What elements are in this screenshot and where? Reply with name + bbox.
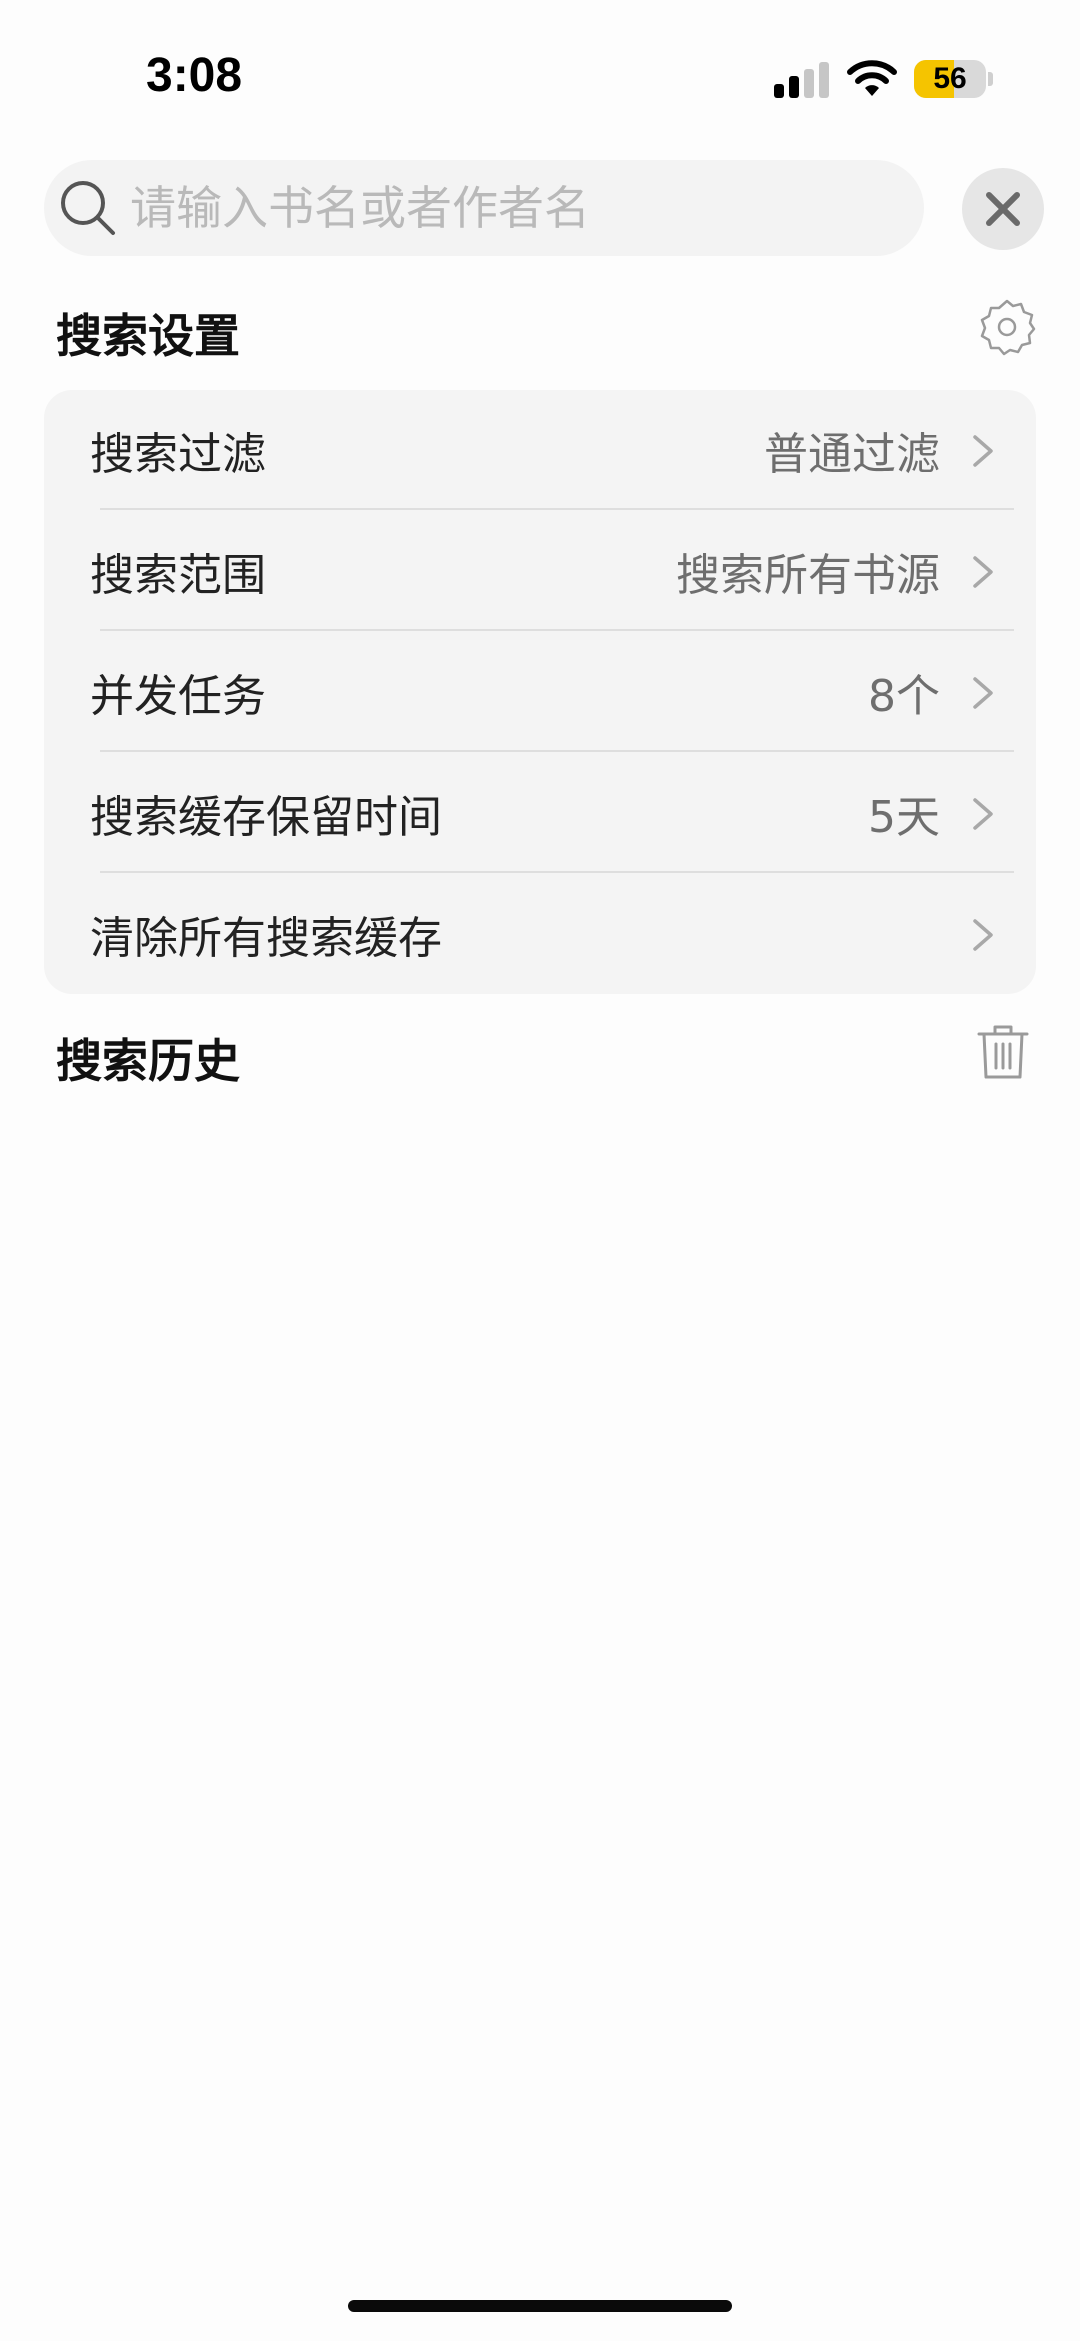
gear-icon[interactable] [978, 298, 1036, 356]
row-value: 普通过滤 [764, 429, 940, 480]
battery-cap [988, 72, 993, 86]
chevron-right-icon [973, 919, 993, 951]
row-label: 搜索过滤 [90, 429, 266, 480]
chevron-right-icon [973, 798, 993, 830]
search-icon [61, 181, 115, 235]
search-bar[interactable] [44, 160, 924, 256]
divider [100, 750, 1014, 752]
search-page: 3:08 56 搜索设置 搜索过滤 普通过滤 [0, 0, 1080, 2341]
settings-row-search-filter[interactable]: 搜索过滤 普通过滤 [44, 390, 1036, 510]
settings-row-clear-cache[interactable]: 清除所有搜索缓存 [44, 874, 1036, 994]
row-label: 并发任务 [90, 671, 266, 722]
home-indicator[interactable] [348, 2300, 732, 2312]
row-label: 搜索缓存保留时间 [90, 792, 442, 843]
divider [100, 871, 1014, 873]
divider [100, 629, 1014, 631]
chevron-right-icon [973, 435, 993, 467]
close-button[interactable] [962, 168, 1044, 250]
row-label: 清除所有搜索缓存 [90, 913, 442, 964]
wifi-icon [847, 60, 897, 96]
cellular-signal-icon [774, 62, 829, 98]
battery-level: 56 [933, 62, 967, 95]
search-settings-card: 搜索过滤 普通过滤 搜索范围 搜索所有书源 并发任务 8个 搜索缓存保留时间 5… [44, 390, 1036, 994]
search-history-title: 搜索历史 [56, 1034, 240, 1088]
settings-row-search-scope[interactable]: 搜索范围 搜索所有书源 [44, 511, 1036, 631]
status-time: 3:08 [146, 49, 243, 102]
row-value: 8个 [868, 671, 940, 722]
settings-row-concurrent-tasks[interactable]: 并发任务 8个 [44, 632, 1036, 752]
battery-indicator: 56 [914, 60, 986, 98]
row-value: 5天 [868, 792, 940, 843]
close-icon [986, 192, 1020, 226]
settings-row-cache-retention[interactable]: 搜索缓存保留时间 5天 [44, 753, 1036, 873]
row-label: 搜索范围 [90, 550, 266, 601]
search-input[interactable] [128, 180, 892, 236]
divider [100, 508, 1014, 510]
chevron-right-icon [973, 556, 993, 588]
trash-icon[interactable] [976, 1022, 1030, 1082]
row-value: 搜索所有书源 [676, 550, 940, 601]
chevron-right-icon [973, 677, 993, 709]
search-settings-title: 搜索设置 [56, 309, 240, 363]
